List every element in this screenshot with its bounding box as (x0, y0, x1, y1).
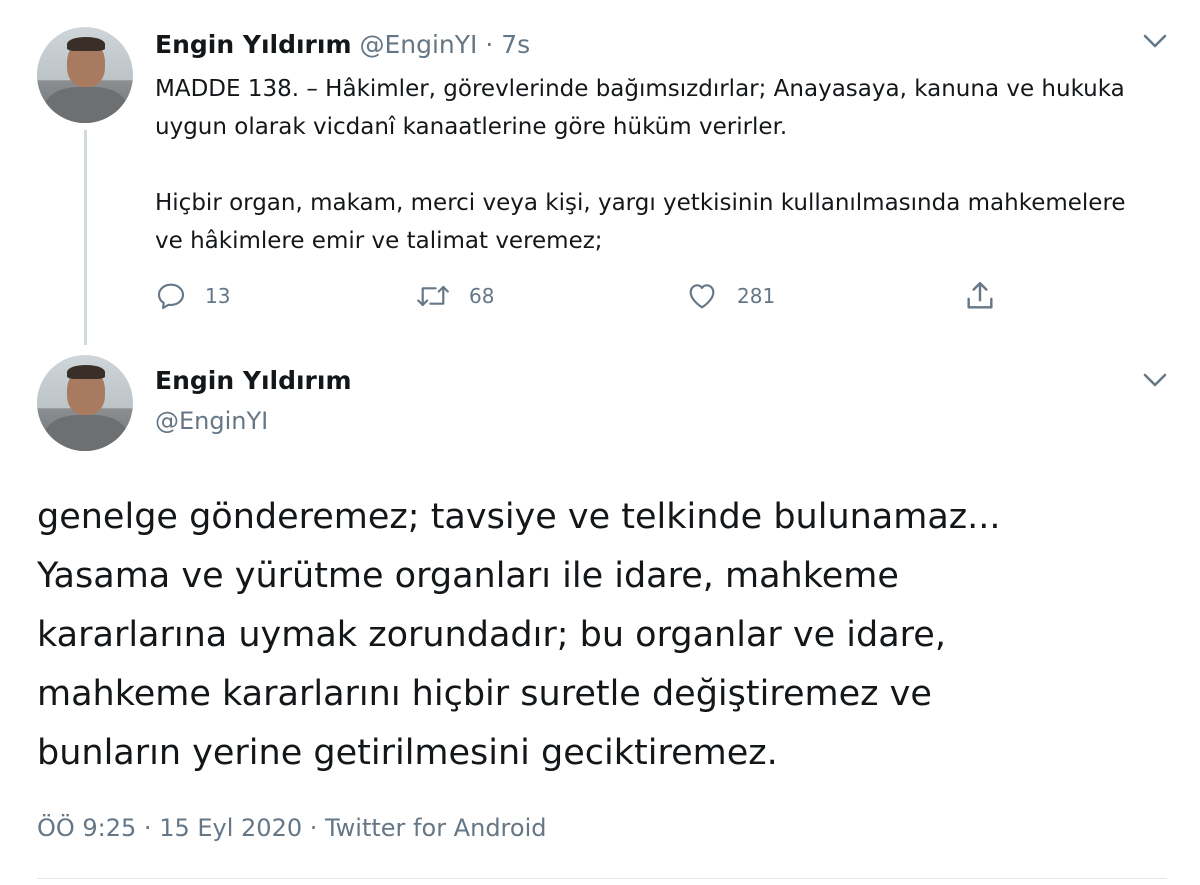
tweet-thread: Engin Yıldırım @EnginYI · 7s MADDE 138. … (0, 0, 1200, 885)
tweet2-line: Yasama ve yürütme organları ile idare, m… (37, 556, 899, 596)
retweet-count: 68 (469, 284, 495, 308)
tweet1-author-name[interactable]: Engin Yıldırım (155, 30, 352, 59)
tweet1-body: MADDE 138. – Hâkimler, görevlerinde bağı… (155, 70, 1155, 298)
like-button[interactable]: 281 (685, 278, 775, 314)
tweet1-paragraph: Hiçbir organ, makam, merci veya kişi, ya… (155, 190, 1126, 254)
tweet1-action-bar: 13 68 281 (155, 278, 1015, 314)
tweet2-line: mahkeme kararlarını hiçbir suretle değiş… (37, 674, 932, 714)
avatar[interactable] (37, 355, 133, 451)
reply-button[interactable]: 13 (155, 278, 230, 314)
tweet1-author-handle[interactable]: @EnginYI (359, 30, 477, 59)
share-icon (967, 282, 993, 309)
avatar-hair-shape (67, 37, 105, 51)
chevron-down-icon[interactable] (1140, 26, 1170, 56)
avatar[interactable] (37, 27, 133, 123)
share-button[interactable] (963, 278, 997, 314)
heart-icon (689, 284, 715, 309)
avatar-body-shape (45, 415, 127, 451)
tweet2-line: kararlarına uymak zorundadır; bu organla… (37, 615, 946, 655)
thread-connector-line (84, 130, 87, 345)
like-count: 281 (737, 284, 776, 308)
avatar-body-shape (45, 87, 127, 123)
tweet2-author-name[interactable]: Engin Yıldırım (155, 365, 352, 397)
tweet2-line: genelge gönderemez; tavsiye ve telkinde … (37, 497, 1001, 537)
tweet2-author-handle[interactable]: @EnginYI (155, 405, 268, 437)
retweet-icon (417, 285, 449, 307)
tweet1-timestamp[interactable]: 7s (501, 30, 530, 59)
chevron-down-icon[interactable] (1140, 365, 1170, 395)
tweet2-body: genelge gönderemez; tavsiye ve telkinde … (37, 488, 1167, 783)
tweet2-line: bunların yerine getirilmesini geciktirem… (37, 733, 778, 773)
retweet-button[interactable]: 68 (415, 278, 494, 314)
reply-icon (157, 283, 185, 310)
tweet1-header: Engin Yıldırım @EnginYI · 7s (155, 30, 530, 60)
divider (37, 878, 1167, 879)
tweet1-paragraph: MADDE 138. – Hâkimler, görevlerinde bağı… (155, 76, 1125, 140)
avatar-hair-shape (67, 365, 105, 379)
tweet1-separator: · (485, 30, 494, 59)
tweet2-meta[interactable]: ÖÖ 9:25 · 15 Eyl 2020 · Twitter for Andr… (37, 812, 546, 844)
reply-count: 13 (205, 284, 231, 308)
